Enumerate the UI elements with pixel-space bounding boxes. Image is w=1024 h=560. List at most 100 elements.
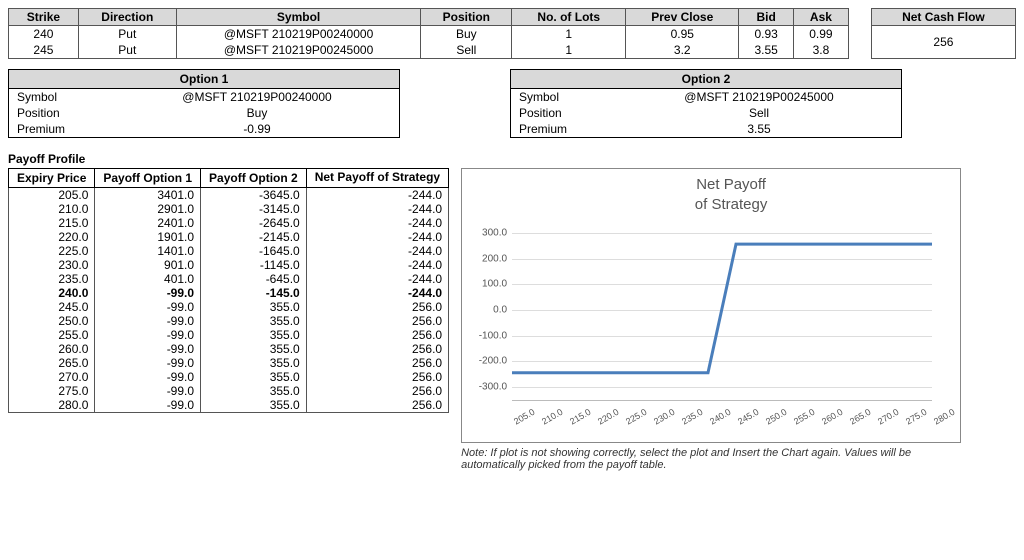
col-p1: Payoff Option 1 [95, 169, 201, 188]
trades-table: StrikeDirectionSymbolPositionNo. of Lots… [8, 8, 1016, 59]
net-cash-flow: 256 [871, 26, 1015, 59]
y-tick: 300.0 [467, 227, 507, 238]
col-expiry: Expiry Price [9, 169, 95, 188]
payoff-heading: Payoff Profile [8, 152, 1016, 166]
y-tick: -100.0 [467, 330, 507, 341]
option2-symbol: @MSFT 210219P00245000 [617, 89, 901, 105]
label: Position [511, 105, 617, 121]
cell: 240 [9, 26, 79, 43]
table-row: 240Put@MSFT 210219P00240000Buy10.950.930… [9, 26, 1016, 43]
trades-col: Symbol [176, 9, 421, 26]
cell: 256.0 [306, 328, 448, 342]
cell: 355.0 [201, 398, 307, 413]
y-tick: 100.0 [467, 279, 507, 290]
x-tick: 240.0 [708, 407, 733, 427]
option2-title: Option 2 [511, 70, 901, 89]
table-row: 205.03401.0-3645.0-244.0 [9, 188, 449, 203]
chart-title: Net Payoffof Strategy [512, 175, 950, 214]
option1-position: Buy [115, 105, 399, 121]
table-row: 280.0-99.0355.0256.0 [9, 398, 449, 413]
table-row: 225.01401.0-1645.0-244.0 [9, 244, 449, 258]
x-tick: 205.0 [512, 407, 537, 427]
x-tick: 265.0 [848, 407, 873, 427]
cell: -99.0 [95, 370, 201, 384]
cell: -3145.0 [201, 202, 307, 216]
label: Symbol [9, 89, 115, 105]
table-row: 245.0-99.0355.0256.0 [9, 300, 449, 314]
x-tick: 270.0 [876, 407, 901, 427]
cell: Sell [421, 42, 512, 59]
cell: -2645.0 [201, 216, 307, 230]
x-tick: 215.0 [568, 407, 593, 427]
cell: 230.0 [9, 258, 95, 272]
chart-note: Note: If plot is not showing correctly, … [461, 447, 941, 471]
cell: -99.0 [95, 314, 201, 328]
cell: -145.0 [201, 286, 307, 300]
cell: 355.0 [201, 300, 307, 314]
cell: 245.0 [9, 300, 95, 314]
cell: -2145.0 [201, 230, 307, 244]
y-tick: 200.0 [467, 253, 507, 264]
cell: 215.0 [9, 216, 95, 230]
cell: 355.0 [201, 356, 307, 370]
cell: 3.55 [739, 42, 794, 59]
col-p2: Payoff Option 2 [201, 169, 307, 188]
trades-col: Direction [78, 9, 176, 26]
cell: 255.0 [9, 328, 95, 342]
table-row: 230.0901.0-1145.0-244.0 [9, 258, 449, 272]
cell: -244.0 [306, 202, 448, 216]
trades-col: Strike [9, 9, 79, 26]
cell: -244.0 [306, 286, 448, 300]
cell: 245 [9, 42, 79, 59]
trades-col: Position [421, 9, 512, 26]
table-row: 210.02901.0-3145.0-244.0 [9, 202, 449, 216]
cell: -99.0 [95, 342, 201, 356]
option2-position: Sell [617, 105, 901, 121]
cell: 220.0 [9, 230, 95, 244]
col-net: Net Payoff of Strategy [306, 169, 448, 188]
cell: 275.0 [9, 384, 95, 398]
cell: -1145.0 [201, 258, 307, 272]
x-tick: 250.0 [764, 407, 789, 427]
x-tick: 235.0 [680, 407, 705, 427]
cell: 256.0 [306, 398, 448, 413]
option2-box: Option 2 Symbol@MSFT 210219P00245000 Pos… [510, 69, 902, 138]
cell: Put [78, 42, 176, 59]
cell: -3645.0 [201, 188, 307, 203]
cell: -244.0 [306, 216, 448, 230]
cell: 2901.0 [95, 202, 201, 216]
table-row: 235.0401.0-645.0-244.0 [9, 272, 449, 286]
cell: -244.0 [306, 230, 448, 244]
y-tick: 0.0 [467, 305, 507, 316]
table-row: 240.0-99.0-145.0-244.0 [9, 286, 449, 300]
trades-col: Prev Close [626, 9, 739, 26]
table-row: 270.0-99.0355.0256.0 [9, 370, 449, 384]
cell: 3.8 [794, 42, 849, 59]
cell: 256.0 [306, 370, 448, 384]
cell: 235.0 [9, 272, 95, 286]
net-payoff-chart[interactable]: Net Payoffof Strategy -300.0-200.0-100.0… [461, 168, 961, 443]
trades-col: No. of Lots [512, 9, 626, 26]
cell: @MSFT 210219P00245000 [176, 42, 421, 59]
cell: 1 [512, 26, 626, 43]
x-tick: 275.0 [904, 407, 929, 427]
table-row: 255.0-99.0355.0256.0 [9, 328, 449, 342]
x-tick: 220.0 [596, 407, 621, 427]
cell: 225.0 [9, 244, 95, 258]
table-row: 250.0-99.0355.0256.0 [9, 314, 449, 328]
trades-col: Net Cash Flow [871, 9, 1015, 26]
option1-symbol: @MSFT 210219P00240000 [115, 89, 399, 105]
cell: 1 [512, 42, 626, 59]
x-tick: 260.0 [820, 407, 845, 427]
option1-box: Option 1 Symbol@MSFT 210219P00240000 Pos… [8, 69, 400, 138]
cell: -99.0 [95, 384, 201, 398]
cell: -645.0 [201, 272, 307, 286]
cell: 3401.0 [95, 188, 201, 203]
cell: -1645.0 [201, 244, 307, 258]
table-row: 215.02401.0-2645.0-244.0 [9, 216, 449, 230]
cell: 0.99 [794, 26, 849, 43]
cell: 355.0 [201, 342, 307, 356]
cell: Buy [421, 26, 512, 43]
cell: -99.0 [95, 286, 201, 300]
cell: 355.0 [201, 384, 307, 398]
